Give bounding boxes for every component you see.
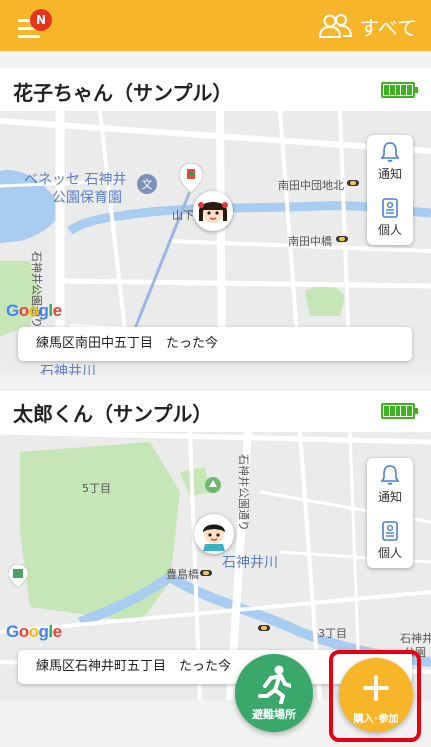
map-label-toshima: 豊島橋 [166, 568, 199, 581]
map-label-river: 石神井川 [40, 364, 96, 375]
bell-icon [380, 465, 400, 485]
all-label: すべて [359, 15, 417, 40]
all-members-button[interactable]: すべて [319, 10, 417, 42]
map-view[interactable]: ベネッセ 石神井 公園保育園 山下 南田中団地北 南田中橋 石神井公園通り 石神… [0, 111, 431, 375]
park-icon [205, 477, 221, 493]
battery-indicator [381, 82, 418, 98]
map-label-school-2: 公園保育園 [52, 190, 122, 206]
notify-label: 通知 [377, 167, 402, 181]
evacuation-button[interactable]: 避難場所 [235, 654, 313, 732]
profile-card-icon [382, 521, 398, 541]
bus-stop-icon [200, 570, 212, 576]
member-avatar-hanako[interactable] [193, 191, 233, 231]
member-card-hanako[interactable]: 花子ちゃん（サンプル） ベネッセ 石神井 公園保育園 山下 南田中団地北 南田中… [0, 68, 431, 375]
bus-stop-icon [347, 180, 359, 186]
purchase-join-label: 購入･参加 [353, 714, 399, 725]
member-avatar-taro[interactable] [194, 514, 234, 554]
profile-card-icon [382, 198, 398, 218]
notify-button[interactable]: 通知 [367, 135, 413, 187]
map-side-panel: 通知 個人 [367, 458, 413, 568]
battery-indicator [381, 403, 418, 419]
google-logo: Google [6, 301, 62, 320]
svg-text:文: 文 [142, 177, 153, 191]
member-name: 太郎くん（サンプル） [13, 402, 213, 426]
member-name: 花子ちゃん（サンプル） [13, 81, 233, 105]
purchase-join-button[interactable]: 購入･参加 [339, 658, 413, 732]
running-person-icon [258, 665, 291, 704]
highlight-frame: 購入･参加 [329, 650, 421, 742]
boy-avatar-icon [197, 517, 231, 551]
address-bar: 練馬区南田中五丁目 たった今 [18, 327, 412, 361]
app-root: N すべて 花子ちゃん（サンプル） ベネッセ 石神井 公園保育園 山下 南田中団… [0, 0, 431, 747]
map-label-river: 石神井川 [222, 555, 278, 571]
map-label-bridge: 南田中橋 [288, 235, 332, 248]
personal-label: 個人 [377, 546, 402, 560]
map-label-chome5: 5丁目 [82, 482, 111, 495]
school-icon: 文 [137, 174, 157, 194]
personal-label: 個人 [377, 223, 402, 237]
map-label-street: 石神井公園通り [237, 454, 250, 531]
notify-button[interactable]: 通知 [367, 458, 413, 510]
map-label-yamashita: 山下 [172, 209, 194, 222]
people-icon [319, 14, 353, 38]
evacuation-label: 避難場所 [252, 708, 296, 721]
top-bar: N すべて [0, 0, 431, 51]
personal-button[interactable]: 個人 [367, 514, 413, 566]
girl-avatar-icon [196, 194, 230, 228]
notification-badge[interactable]: N [30, 9, 52, 31]
bell-icon [380, 142, 400, 162]
map-label-chome3: 3丁目 [318, 627, 347, 640]
notify-label: 通知 [377, 490, 402, 504]
bus-stop-icon [258, 625, 270, 631]
personal-button[interactable]: 個人 [367, 191, 413, 243]
bus-stop-icon [336, 236, 348, 242]
map-side-panel: 通知 個人 [367, 135, 413, 245]
google-logo: Google [6, 622, 62, 641]
store-pin-icon [179, 163, 203, 193]
map-label-danchi: 南田中団地北 [278, 179, 344, 192]
place-pin-icon [8, 564, 28, 588]
map-label-school-1: ベネッセ 石神井 [24, 172, 127, 188]
